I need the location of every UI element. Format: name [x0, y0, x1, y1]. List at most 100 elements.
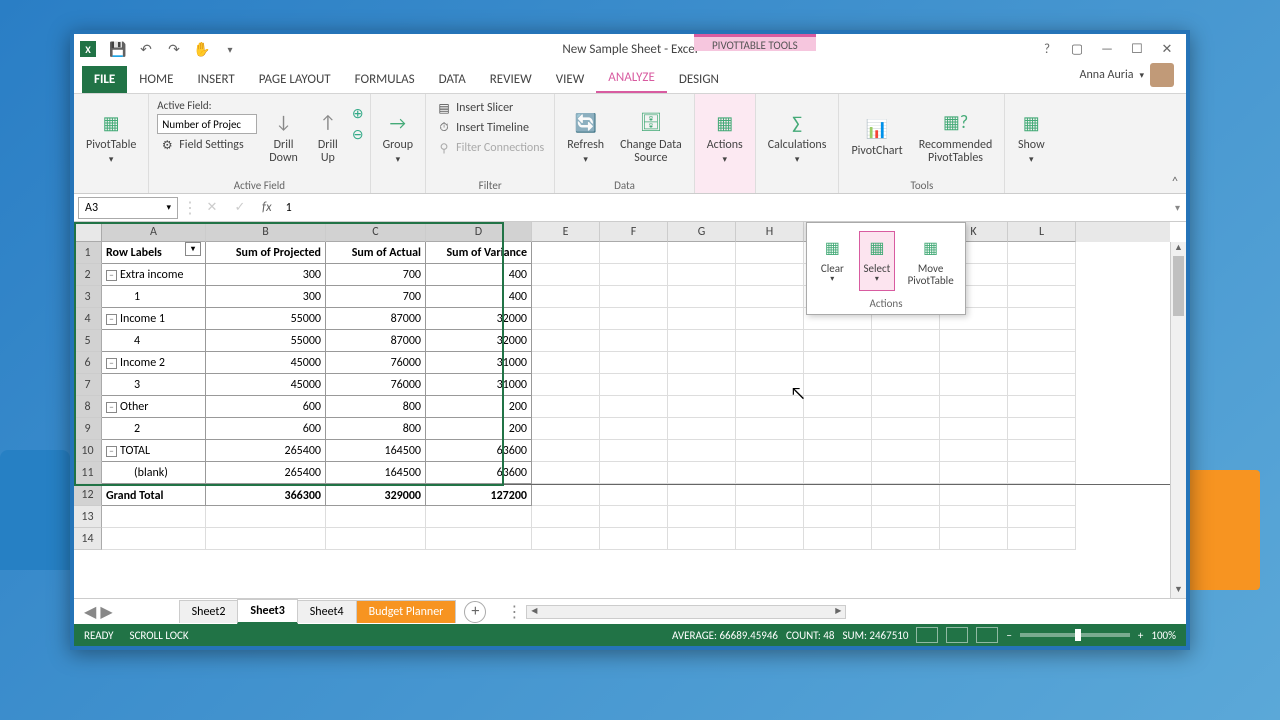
pivot-cell[interactable]: 87000 [326, 330, 426, 352]
pivot-cell[interactable]: 200 [426, 396, 532, 418]
tab-analyze[interactable]: ANALYZE [596, 64, 667, 93]
ribbon-display-icon[interactable]: ▢ [1064, 39, 1090, 59]
zoom-thumb[interactable] [1075, 629, 1081, 641]
redo-icon[interactable]: ↷ [162, 37, 186, 61]
zoom-in-icon[interactable]: + [1138, 629, 1143, 642]
pivot-cell[interactable]: 700 [326, 264, 426, 286]
col-header-F[interactable]: F [600, 222, 668, 242]
view-normal-icon[interactable] [916, 627, 938, 643]
pivot-cell[interactable]: 300 [206, 286, 326, 308]
zoom-slider[interactable] [1020, 633, 1130, 637]
sheet-tab-sheet4[interactable]: Sheet4 [297, 600, 357, 623]
change-data-source-button[interactable]: 🗄 Change Data Source [614, 97, 688, 177]
user-info[interactable]: Anna Auria ▾ [1068, 57, 1186, 93]
row-header-5[interactable]: 5 [74, 330, 102, 352]
pivottable-button[interactable]: ▦ PivotTable ▾ [80, 97, 142, 177]
pivot-cell[interactable]: 31000 [426, 352, 532, 374]
help-icon[interactable]: ? [1034, 39, 1060, 59]
cancel-formula-icon[interactable]: ✕ [198, 200, 226, 215]
pivot-cell[interactable]: 127200 [426, 485, 532, 506]
row-header-1[interactable]: 1 [74, 242, 102, 264]
pivot-cell[interactable]: 87000 [326, 308, 426, 330]
formula-input[interactable]: 1 [280, 201, 1169, 215]
collapse-field-icon[interactable]: ⊖ [352, 126, 364, 143]
pivot-cell[interactable]: 32000 [426, 308, 532, 330]
pivot-cell[interactable]: 700 [326, 286, 426, 308]
zoom-out-icon[interactable]: − [1006, 629, 1011, 642]
pivot-cell[interactable]: 45000 [206, 374, 326, 396]
pivot-row-label[interactable]: (blank) [102, 462, 206, 484]
cells[interactable]: Row Labels▾Sum of ProjectedSum of Actual… [102, 242, 1170, 598]
pivot-cell[interactable]: 600 [206, 418, 326, 440]
pivot-cell[interactable]: 400 [426, 286, 532, 308]
row-header-11[interactable]: 11 [74, 462, 102, 484]
undo-icon[interactable]: ↶ [134, 37, 158, 61]
pivot-cell[interactable]: 31000 [426, 374, 532, 396]
row-header-10[interactable]: 10 [74, 440, 102, 462]
filter-dropdown-icon[interactable]: ▾ [185, 242, 201, 256]
row-header-9[interactable]: 9 [74, 418, 102, 440]
pivot-cell[interactable]: 45000 [206, 352, 326, 374]
collapse-icon[interactable]: − [106, 314, 117, 325]
pivot-cell[interactable]: 55000 [206, 308, 326, 330]
pivot-cell[interactable]: 63600 [426, 462, 532, 484]
show-button[interactable]: ▦ Show ▾ [1011, 97, 1051, 177]
tab-formulas[interactable]: FORMULAS [343, 66, 427, 93]
select-all-button[interactable] [74, 222, 102, 242]
pivot-cell[interactable]: 600 [206, 396, 326, 418]
calculations-button[interactable]: ∑ Calculations ▾ [762, 97, 833, 177]
row-header-7[interactable]: 7 [74, 374, 102, 396]
collapse-icon[interactable]: − [106, 446, 117, 457]
collapse-icon[interactable]: − [106, 270, 117, 281]
fx-icon[interactable]: fx [254, 200, 280, 215]
pivot-cell[interactable]: 32000 [426, 330, 532, 352]
row-header-3[interactable]: 3 [74, 286, 102, 308]
pivot-header-row-labels[interactable]: Row Labels▾ [102, 242, 206, 264]
vertical-scrollbar[interactable]: ▲ ▼ [1170, 242, 1186, 598]
touch-mode-icon[interactable]: ✋ [190, 37, 214, 61]
pivot-row-label[interactable]: −Extra income [102, 264, 206, 286]
row-header-13[interactable]: 13 [74, 506, 102, 528]
col-header-D[interactable]: D [426, 222, 532, 242]
pivot-row-label[interactable]: 1 [102, 286, 206, 308]
col-header-H[interactable]: H [736, 222, 804, 242]
insert-timeline-button[interactable]: ⏱ Insert Timeline [434, 119, 546, 137]
pivot-cell[interactable]: 366300 [206, 485, 326, 506]
collapse-icon[interactable]: − [106, 402, 117, 413]
pivot-cell[interactable]: 800 [326, 418, 426, 440]
col-header-C[interactable]: C [326, 222, 426, 242]
scroll-right-icon[interactable]: ▶ [831, 606, 845, 618]
sheet-nav-prev-icon[interactable]: ◀ [84, 602, 96, 622]
clear-button[interactable]: ▦ Clear ▾ [814, 231, 850, 291]
pivot-row-label[interactable]: −Income 2 [102, 352, 206, 374]
tab-design[interactable]: DESIGN [667, 66, 731, 93]
pivot-cell[interactable]: 76000 [326, 352, 426, 374]
pivot-cell[interactable]: 63600 [426, 440, 532, 462]
row-header-2[interactable]: 2 [74, 264, 102, 286]
sheet-tab-sheet2[interactable]: Sheet2 [179, 600, 239, 623]
col-header-B[interactable]: B [206, 222, 326, 242]
recommended-pivottables-button[interactable]: ▦? Recommended PivotTables [913, 97, 999, 177]
pivot-row-label[interactable]: 4 [102, 330, 206, 352]
collapse-ribbon-icon[interactable]: ^ [1172, 175, 1178, 189]
col-header-L[interactable]: L [1008, 222, 1076, 242]
maximize-icon[interactable]: ☐ [1124, 39, 1150, 59]
pivot-row-label[interactable]: 3 [102, 374, 206, 396]
active-field-input[interactable] [157, 114, 257, 134]
scroll-thumb[interactable] [1173, 256, 1184, 316]
expand-field-icon[interactable]: ⊕ [352, 105, 364, 122]
sheet-tab-budget-planner[interactable]: Budget Planner [356, 600, 457, 623]
tab-insert[interactable]: INSERT [185, 66, 246, 93]
view-page-layout-icon[interactable] [946, 627, 968, 643]
view-page-break-icon[interactable] [976, 627, 998, 643]
refresh-button[interactable]: 🔄 Refresh ▾ [561, 97, 610, 177]
insert-slicer-button[interactable]: ▤ Insert Slicer [434, 99, 546, 117]
row-header-12[interactable]: 12 [74, 484, 102, 506]
pivot-cell[interactable]: 329000 [326, 485, 426, 506]
minimize-icon[interactable]: — [1094, 39, 1120, 59]
pivot-cell[interactable]: 800 [326, 396, 426, 418]
pivot-row-label[interactable]: −Other [102, 396, 206, 418]
name-box[interactable]: A3 ▾ [78, 197, 178, 219]
field-settings-button[interactable]: ⚙ Field Settings [157, 136, 257, 154]
filter-connections-button[interactable]: ⚲ Filter Connections [434, 139, 546, 157]
